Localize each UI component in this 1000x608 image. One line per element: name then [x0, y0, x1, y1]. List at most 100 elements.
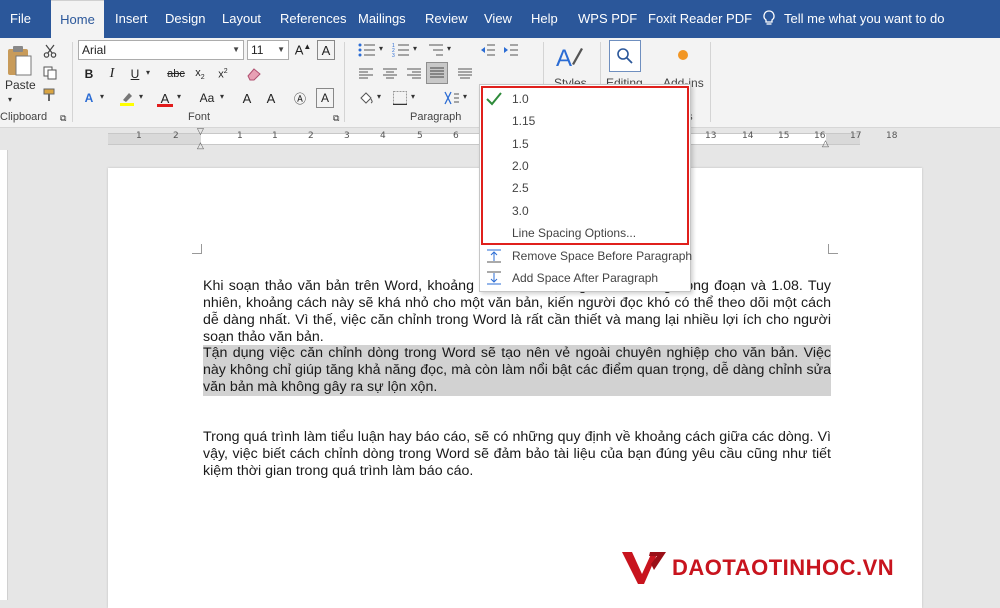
svg-text:A: A: [556, 45, 572, 72]
grow-font-icon: A▲: [294, 42, 312, 58]
tab-foxit-reader-pdf[interactable]: Foxit Reader PDF: [648, 0, 752, 38]
first-line-indent-marker[interactable]: ▽: [197, 126, 204, 137]
paragraph-2-selected[interactable]: Tận dụng việc căn chỉnh dòng trong Word …: [203, 345, 831, 396]
text-effects-button[interactable]: A: [80, 88, 98, 108]
change-case-dropdown-arrow[interactable]: ▾: [220, 92, 224, 101]
change-case-icon: Aa: [199, 91, 215, 105]
text-effects-dropdown-arrow[interactable]: ▾: [100, 92, 104, 101]
remove-space-before-item[interactable]: Remove Space Before Paragraph: [512, 249, 692, 263]
tell-me-search[interactable]: Tell me what you want to do: [762, 0, 944, 38]
superscript-button[interactable]: x2: [214, 64, 232, 84]
copy-button[interactable]: [41, 64, 59, 82]
ruler-number: 1: [136, 131, 142, 141]
paste-label: Paste: [5, 78, 36, 92]
styles-button[interactable]: A: [553, 42, 585, 72]
justify-icon: [430, 67, 444, 78]
italic-button[interactable]: I: [103, 64, 121, 84]
chevron-down-icon: ▼: [277, 45, 285, 54]
hanging-indent-marker[interactable]: △: [197, 140, 204, 151]
tab-design[interactable]: Design: [165, 0, 205, 38]
font-launcher-icon[interactable]: ⧉: [333, 113, 339, 124]
ruler-number: 15: [778, 131, 790, 141]
logo-mark-icon: [622, 551, 666, 584]
paintbrush-icon: [43, 88, 55, 101]
highlight-button[interactable]: [117, 88, 137, 108]
grow-font-alt-icon: A: [266, 90, 276, 106]
justify-button[interactable]: [426, 62, 448, 84]
highlight-dropdown-arrow[interactable]: ▾: [139, 92, 143, 101]
numbering-button[interactable]: 123: [390, 40, 412, 60]
numbered-list-icon: 123: [392, 43, 409, 57]
shading-button[interactable]: [356, 88, 376, 108]
shading-dropdown-arrow[interactable]: ▾: [377, 92, 381, 101]
tab-mailings[interactable]: Mailings: [358, 0, 406, 38]
tab-review[interactable]: Review: [425, 0, 468, 38]
paste-button[interactable]: [4, 44, 34, 78]
multilevel-dropdown-arrow[interactable]: ▾: [447, 44, 451, 53]
numbering-dropdown-arrow[interactable]: ▾: [413, 44, 417, 53]
align-left-button[interactable]: [356, 64, 376, 84]
format-painter-button[interactable]: [41, 86, 59, 104]
clipboard-icon: [8, 46, 32, 76]
multilevel-list-button[interactable]: [424, 40, 446, 60]
editing-button[interactable]: [609, 40, 641, 72]
underline-dropdown-arrow[interactable]: ▾: [146, 68, 150, 77]
clear-formatting-button[interactable]: A: [317, 40, 335, 60]
tab-view[interactable]: View: [484, 0, 512, 38]
asian-layout-dropdown-arrow[interactable]: ▾: [463, 92, 467, 101]
add-space-after-item[interactable]: Add Space After Paragraph: [512, 271, 658, 285]
tab-layout[interactable]: Layout: [222, 0, 261, 38]
distributed-button[interactable]: [455, 64, 475, 84]
addins-button[interactable]: [674, 46, 692, 64]
character-border-icon: A: [320, 91, 329, 105]
subscript-button[interactable]: x2: [191, 64, 209, 84]
decrease-indent-button[interactable]: [478, 40, 498, 60]
bold-button[interactable]: B: [80, 64, 98, 84]
grow-font-button[interactable]: A▲: [294, 40, 312, 60]
grow-font-alt-button[interactable]: A: [262, 88, 280, 108]
styles-icon: A: [556, 45, 583, 72]
highlighter-icon: [120, 93, 134, 106]
paste-dropdown-arrow[interactable]: ▾: [8, 95, 12, 104]
font-size-combo[interactable]: 11 ▼: [247, 40, 289, 60]
clipboard-launcher-icon[interactable]: ⧉: [60, 113, 66, 124]
ruler-number: 2: [308, 131, 314, 141]
align-right-button[interactable]: [404, 64, 424, 84]
tab-help[interactable]: Help: [531, 0, 558, 38]
character-shading-button[interactable]: Ⓐ: [291, 88, 309, 108]
borders-dropdown-arrow[interactable]: ▾: [411, 92, 415, 101]
copy-icon: [43, 66, 57, 80]
paragraph-3[interactable]: Trong quá trình làm tiểu luận hay báo cá…: [203, 429, 831, 480]
font-color-button[interactable]: A: [155, 88, 175, 108]
borders-icon: [393, 91, 407, 105]
increase-indent-button[interactable]: [501, 40, 521, 60]
align-left-icon: [359, 68, 373, 79]
character-border-button[interactable]: A: [316, 88, 334, 108]
font-color-dropdown-arrow[interactable]: ▾: [177, 92, 181, 101]
tab-references[interactable]: References: [280, 0, 346, 38]
underline-icon: U: [130, 67, 140, 81]
superscript-icon: x2: [218, 67, 228, 81]
align-center-button[interactable]: [380, 64, 400, 84]
strikethrough-button[interactable]: abc: [164, 64, 188, 84]
distributed-icon: [458, 68, 472, 79]
paint-bucket-icon: [360, 92, 373, 104]
bullets-dropdown-arrow[interactable]: ▾: [379, 44, 383, 53]
underline-button[interactable]: U: [126, 64, 144, 84]
tab-wps-pdf[interactable]: WPS PDF: [578, 0, 637, 38]
asian-layout-button[interactable]: [440, 88, 464, 108]
tab-home[interactable]: Home: [51, 0, 104, 38]
shrink-font-button[interactable]: A: [238, 88, 256, 108]
borders-button[interactable]: [390, 88, 410, 108]
text-effects-eraser-button[interactable]: [244, 64, 264, 84]
bullets-button[interactable]: [356, 40, 378, 60]
tab-file[interactable]: File: [10, 0, 31, 38]
strikethrough-icon: abc: [167, 68, 185, 80]
font-color-swatch: [157, 104, 173, 107]
multilevel-list-icon: [429, 44, 443, 56]
ruler-number: 5: [417, 131, 423, 141]
cut-button[interactable]: [41, 42, 59, 60]
tab-insert[interactable]: Insert: [115, 0, 148, 38]
change-case-button[interactable]: Aa: [195, 88, 219, 108]
font-name-combo[interactable]: Arial ▼: [78, 40, 244, 60]
